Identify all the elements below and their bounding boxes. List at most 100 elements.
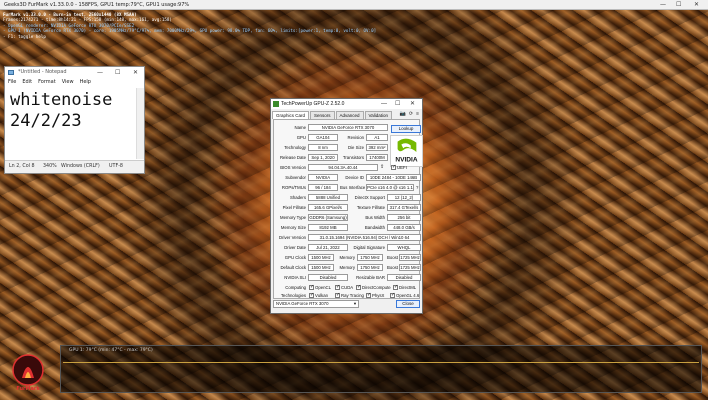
nvidia-logo-text: NVIDIA <box>395 156 417 163</box>
value-technology: 8 nm <box>308 144 338 151</box>
label-gpu-clock: GPU Clock <box>284 255 306 260</box>
ray-tracing-checkbox: ✓ <box>335 291 341 298</box>
value-default-memory: 1750 MHz <box>357 264 383 271</box>
value-rops-tmus: 96 / 184 <box>308 184 338 191</box>
value-gpu: GA104 <box>308 134 338 141</box>
notepad-menubar: File Edit Format View Help <box>5 78 144 87</box>
cuda-checkbox: ✓ <box>335 283 341 290</box>
label-gpu: GPU <box>296 135 306 140</box>
value-nvidia-sli: Disabled <box>308 274 348 281</box>
status-line-ending: Windows (CRLF) <box>61 164 100 169</box>
opencl-label: OpenCL <box>315 285 332 290</box>
row-rops-tmus: ROPs/TMUs 96 / 184 Bus Interface PCIe x1… <box>274 184 419 193</box>
value-driver-version: 31.0.15.1694 (NVIDIA 516.94) DCH / Win10… <box>308 234 421 241</box>
row-memory-size: Memory Size 8192 MB Bandwidth 448.0 GB/s <box>274 224 421 233</box>
row-driver-date: Driver Date Jul 21, 2022 Digital Signatu… <box>274 244 421 253</box>
label-resizable-bar: Resizable BAR <box>356 275 385 280</box>
gpuz-titlebar[interactable]: TechPowerUp GPU-Z 2.52.0 — ☐ ✕ <box>271 99 422 109</box>
gpuz-toolbar: 📷 ⟳ ≡ <box>400 111 419 117</box>
value-die-size: 392 mm² <box>366 144 388 151</box>
refresh-icon[interactable]: ⟳ <box>409 111 413 117</box>
close-button[interactable]: ✕ <box>410 99 415 109</box>
label-release-date: Release Date <box>279 155 306 160</box>
furmark-overlay-line: - GPU 1 (NVIDIA GeForce RTX 3070) - core… <box>3 28 377 34</box>
label-memory-type: Memory Type <box>280 215 306 220</box>
label-default-boost: Boost <box>387 265 398 270</box>
vulkan-checkbox: ✓ <box>309 291 315 298</box>
maximize-button[interactable]: ☐ <box>676 0 681 10</box>
notepad-title: *Untitled - Notepad <box>18 69 67 75</box>
opengl-label: OpenGL 4.6 <box>396 293 420 298</box>
ray-tracing-label: Ray Tracing <box>341 293 364 298</box>
gpu-select[interactable]: NVIDIA GeForce RTX 3070 ▼ <box>273 300 359 308</box>
status-position: Ln 2, Col 8 <box>9 164 35 169</box>
notepad-window[interactable]: *Untitled - Notepad — ☐ ✕ File Edit Form… <box>4 66 145 174</box>
minimize-button[interactable]: — <box>660 0 666 10</box>
graphics-card-panel: Name NVIDIA GeForce RTX 3070 Lookup GPU … <box>273 119 423 299</box>
menu-file[interactable]: File <box>8 78 16 87</box>
camera-icon[interactable]: 📷 <box>400 111 406 117</box>
value-memory-clock: 1750 MHz <box>357 254 383 261</box>
maximize-button[interactable]: ☐ <box>115 67 120 78</box>
label-die-size: Die Size <box>347 145 364 150</box>
value-texture-fillrate: 317.4 GTexel/s <box>387 204 421 211</box>
close-button[interactable]: ✕ <box>133 67 138 78</box>
menu-edit[interactable]: Edit <box>22 78 32 87</box>
close-button[interactable]: ✕ <box>694 0 699 10</box>
label-computing: Computing <box>285 285 306 290</box>
row-default-clock: Default Clock 1500 MHz Memory 1750 MHz B… <box>274 264 421 273</box>
label-technology: Technology <box>284 145 306 150</box>
furmark-titlebar: Geeks3D FurMark v1.33.0.0 - 158FPS, GPU1… <box>0 0 708 10</box>
value-revision: A1 <box>366 134 388 141</box>
notepad-titlebar[interactable]: *Untitled - Notepad — ☐ ✕ <box>5 67 144 78</box>
menu-icon[interactable]: ≡ <box>416 111 419 117</box>
notepad-scrollbar[interactable] <box>136 88 144 159</box>
menu-format[interactable]: Format <box>38 78 56 87</box>
menu-view[interactable]: View <box>62 78 74 87</box>
tab-sensors[interactable]: Sensors <box>310 111 335 119</box>
gpuz-footer: NVIDIA GeForce RTX 3070 ▼ Close <box>273 300 420 309</box>
label-bus-width: Bus Width <box>365 215 385 220</box>
notepad-statusbar: Ln 2, Col 8 340% Windows (CRLF) UTF-8 <box>5 160 144 173</box>
label-bandwidth: Bandwidth <box>364 225 385 230</box>
tab-validation[interactable]: Validation <box>364 111 392 119</box>
lookup-button[interactable]: Lookup <box>391 125 421 133</box>
label-boost-clock: Boost <box>387 255 398 260</box>
value-gpu-clock: 1500 MHz <box>308 254 334 261</box>
label-driver-date: Driver Date <box>284 245 306 250</box>
maximize-button[interactable]: ☐ <box>395 99 400 109</box>
label-technologies: Technologies <box>280 293 306 298</box>
opencl-checkbox: ✓ <box>309 283 315 290</box>
value-driver-date: Jul 21, 2022 <box>308 244 348 251</box>
label-transistors: Transistors <box>342 155 364 160</box>
tab-graphics-card[interactable]: Graphics Card <box>272 111 310 119</box>
temperature-graph: GPU 1: 79°C (min: 47°C - max: 79°C) <box>60 345 702 393</box>
furmark-title: Geeks3D FurMark v1.33.0.0 - 158FPS, GPU1… <box>4 2 190 8</box>
uefi-checkbox: ✓ <box>391 164 397 170</box>
minimize-button[interactable]: — <box>97 67 103 78</box>
bus-interface-help[interactable]: ? <box>416 184 418 191</box>
value-resizable-bar: Disabled <box>387 274 421 281</box>
close-dialog-button[interactable]: Close <box>396 300 420 308</box>
value-default-boost: 1725 MHz <box>399 264 421 271</box>
directcompute-label: DirectCompute <box>362 285 391 290</box>
label-rops-tmus: ROPs/TMUs <box>281 185 306 190</box>
label-device-id: Device ID <box>345 175 364 180</box>
share-icon[interactable]: ⇪ <box>380 164 384 171</box>
notepad-text-area[interactable]: whitenoise 24/2/23 <box>7 88 136 159</box>
uefi-label: UEFI <box>397 165 407 170</box>
cuda-label: CUDA <box>341 285 354 290</box>
value-bus-interface: PCIe x16 4.0 @ x16 1.1 <box>366 184 414 191</box>
menu-help[interactable]: Help <box>80 78 91 87</box>
value-default-clock: 1500 MHz <box>308 264 334 271</box>
directcompute-checkbox: ✓ <box>356 283 362 290</box>
value-directx: 12 (12_2) <box>387 194 421 201</box>
label-directx: DirectX Support <box>354 195 385 200</box>
minimize-button[interactable]: — <box>381 99 387 109</box>
label-pixel-fillrate: Pixel Fillrate <box>282 205 306 210</box>
gpu-select-value: NVIDIA GeForce RTX 3070 <box>276 301 329 306</box>
tab-advanced[interactable]: Advanced <box>335 111 364 119</box>
gpuz-window[interactable]: TechPowerUp GPU-Z 2.52.0 — ☐ ✕ Graphics … <box>270 98 423 314</box>
label-bios-version: BIOS Version <box>280 165 306 170</box>
label-texture-fillrate: Texture Fillrate <box>356 205 385 210</box>
